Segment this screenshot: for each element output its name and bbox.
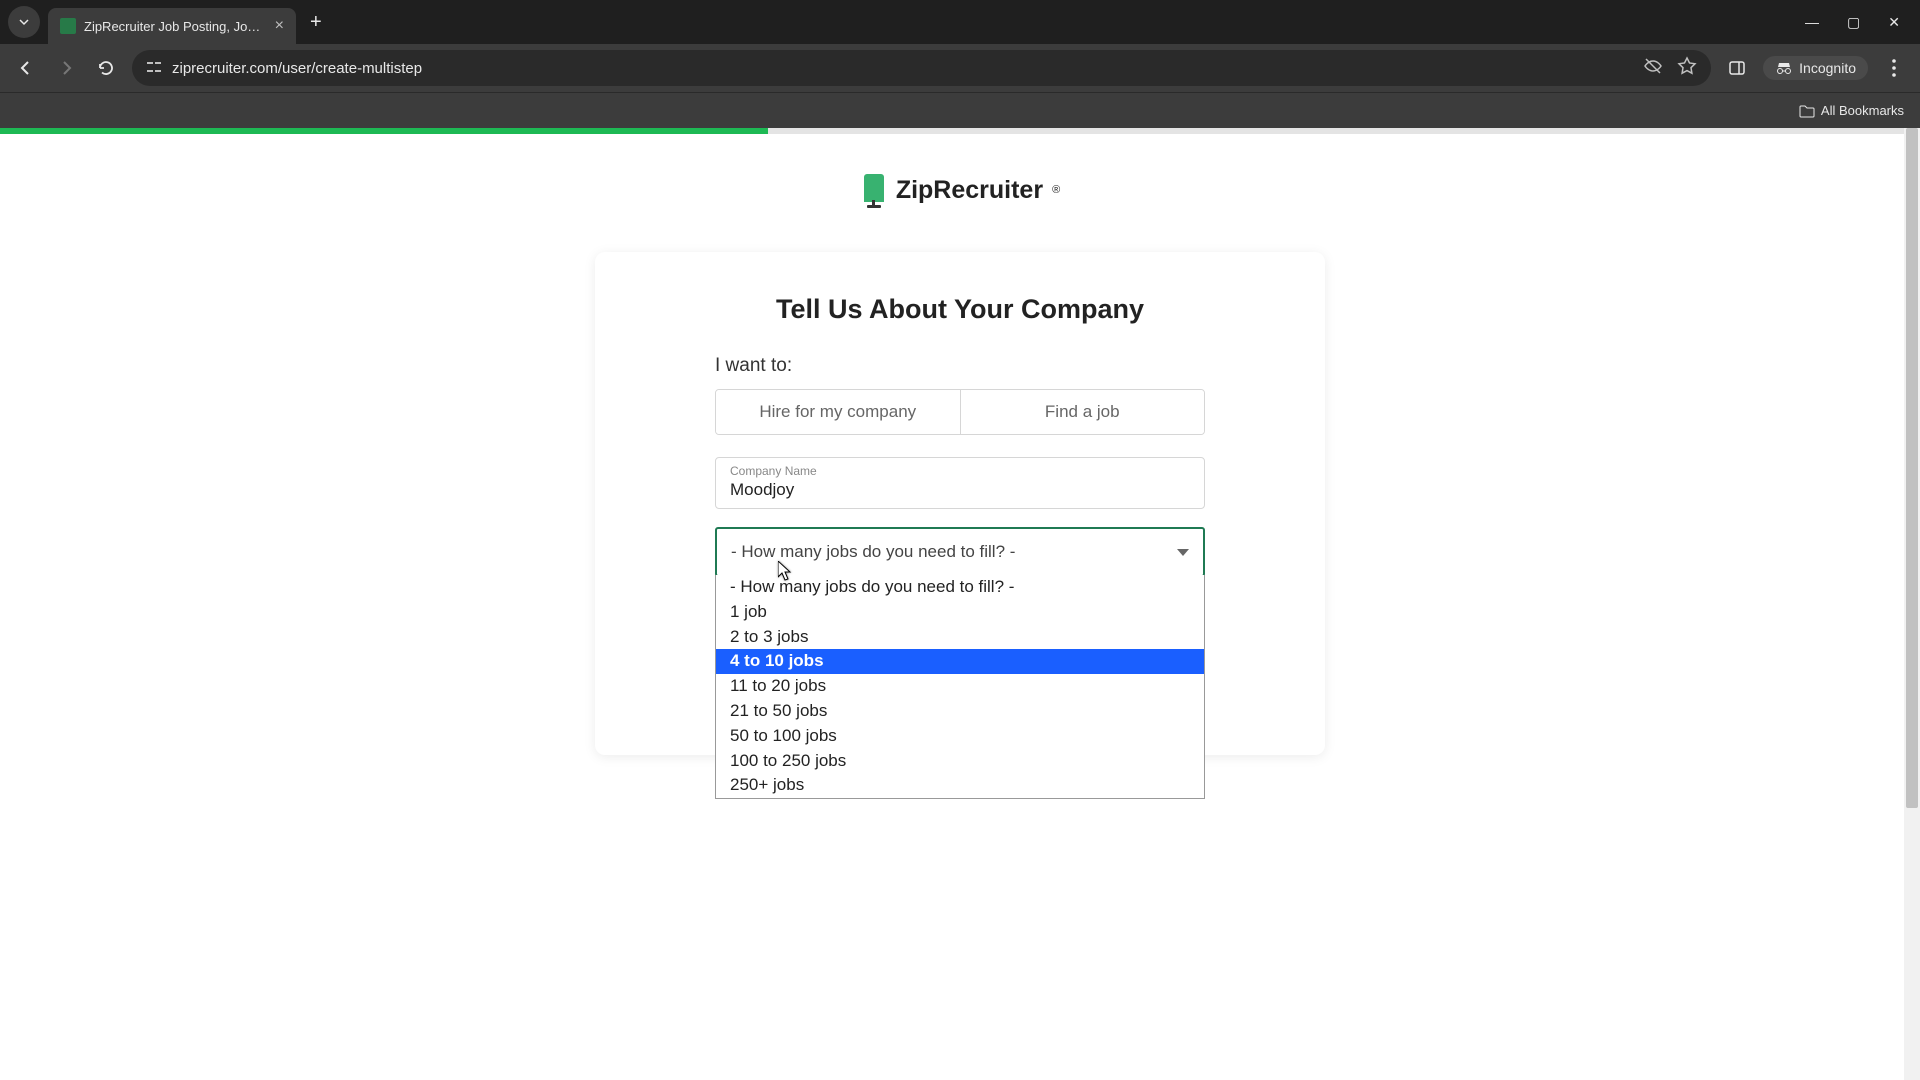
tab-close-button[interactable]: × [275, 17, 284, 35]
ziprecruiter-logo: ZipRecruiter ® [860, 172, 1060, 208]
tab-bar: ZipRecruiter Job Posting, Job S × + — ▢ … [0, 0, 1920, 44]
jobs-dropdown-list: - How many jobs do you need to fill? - 1… [715, 575, 1205, 799]
dd-option-21-50-jobs[interactable]: 21 to 50 jobs [716, 699, 1204, 724]
page-content: ZipRecruiter ® Tell Us About Your Company… [0, 128, 1920, 1080]
all-bookmarks-label: All Bookmarks [1821, 103, 1904, 118]
registered-mark: ® [1052, 184, 1060, 196]
logo-text: ZipRecruiter [896, 176, 1043, 205]
close-window-button[interactable]: ✕ [1888, 14, 1900, 31]
dd-option-50-100-jobs[interactable]: 50 to 100 jobs [716, 724, 1204, 749]
side-panel-button[interactable] [1723, 54, 1751, 82]
forward-button[interactable] [52, 54, 80, 82]
scrollbar-thumb[interactable] [1906, 128, 1918, 808]
reload-icon [97, 59, 115, 77]
jobs-count-select[interactable]: - How many jobs do you need to fill? - -… [715, 527, 1205, 577]
browser-chrome: ZipRecruiter Job Posting, Job S × + — ▢ … [0, 0, 1920, 128]
new-tab-button[interactable]: + [310, 11, 322, 34]
folder-icon [1799, 104, 1815, 118]
tab-title: ZipRecruiter Job Posting, Job S [84, 19, 267, 34]
site-settings-icon[interactable] [146, 59, 162, 78]
scrollbar-track[interactable] [1904, 128, 1920, 1080]
find-job-toggle[interactable]: Find a job [961, 390, 1205, 434]
address-bar[interactable]: ziprecruiter.com/user/create-multistep [132, 50, 1711, 86]
incognito-icon [1775, 61, 1793, 75]
dd-option-2-3-jobs[interactable]: 2 to 3 jobs [716, 625, 1204, 650]
bookmarks-bar: All Bookmarks [0, 92, 1920, 128]
bookmark-star-icon[interactable] [1677, 56, 1697, 81]
want-to-label: I want to: [715, 355, 1205, 377]
page-title: Tell Us About Your Company [715, 294, 1205, 325]
company-name-label: Company Name [730, 464, 1190, 478]
url-text: ziprecruiter.com/user/create-multistep [172, 60, 1633, 77]
arrow-right-icon [56, 58, 76, 78]
incognito-badge[interactable]: Incognito [1763, 56, 1868, 80]
window-controls: — ▢ ✕ [1805, 14, 1912, 31]
all-bookmarks-button[interactable]: All Bookmarks [1799, 103, 1904, 118]
company-name-value: Moodjoy [730, 480, 1190, 500]
tab-search-button[interactable] [8, 6, 40, 38]
chevron-down-icon [1177, 549, 1189, 556]
kebab-icon [1892, 59, 1896, 77]
nav-bar: ziprecruiter.com/user/create-multistep I… [0, 44, 1920, 92]
dd-option-4-10-jobs[interactable]: 4 to 10 jobs [716, 649, 1204, 674]
dd-option-11-20-jobs[interactable]: 11 to 20 jobs [716, 674, 1204, 699]
dd-option-placeholder[interactable]: - How many jobs do you need to fill? - [716, 575, 1204, 600]
arrow-left-icon [16, 58, 36, 78]
favicon [60, 18, 76, 34]
back-button[interactable] [12, 54, 40, 82]
maximize-button[interactable]: ▢ [1847, 14, 1860, 31]
dd-option-1-job[interactable]: 1 job [716, 600, 1204, 625]
browser-tab[interactable]: ZipRecruiter Job Posting, Job S × [48, 8, 296, 44]
hire-toggle[interactable]: Hire for my company [716, 390, 961, 434]
logo-mark-icon [860, 172, 888, 208]
dd-option-100-250-jobs[interactable]: 100 to 250 jobs [716, 749, 1204, 774]
menu-button[interactable] [1880, 54, 1908, 82]
minimize-button[interactable]: — [1805, 14, 1819, 31]
panel-icon [1728, 59, 1746, 77]
dd-option-250-plus-jobs[interactable]: 250+ jobs [716, 773, 1204, 798]
chevron-down-icon [18, 16, 30, 28]
intent-toggle-group: Hire for my company Find a job [715, 389, 1205, 435]
eye-off-icon[interactable] [1643, 56, 1663, 81]
form-card: Tell Us About Your Company I want to: Hi… [595, 252, 1325, 755]
reload-button[interactable] [92, 54, 120, 82]
company-name-field[interactable]: Company Name Moodjoy [715, 457, 1205, 509]
incognito-label: Incognito [1799, 60, 1856, 76]
select-placeholder: - How many jobs do you need to fill? - [731, 542, 1015, 562]
